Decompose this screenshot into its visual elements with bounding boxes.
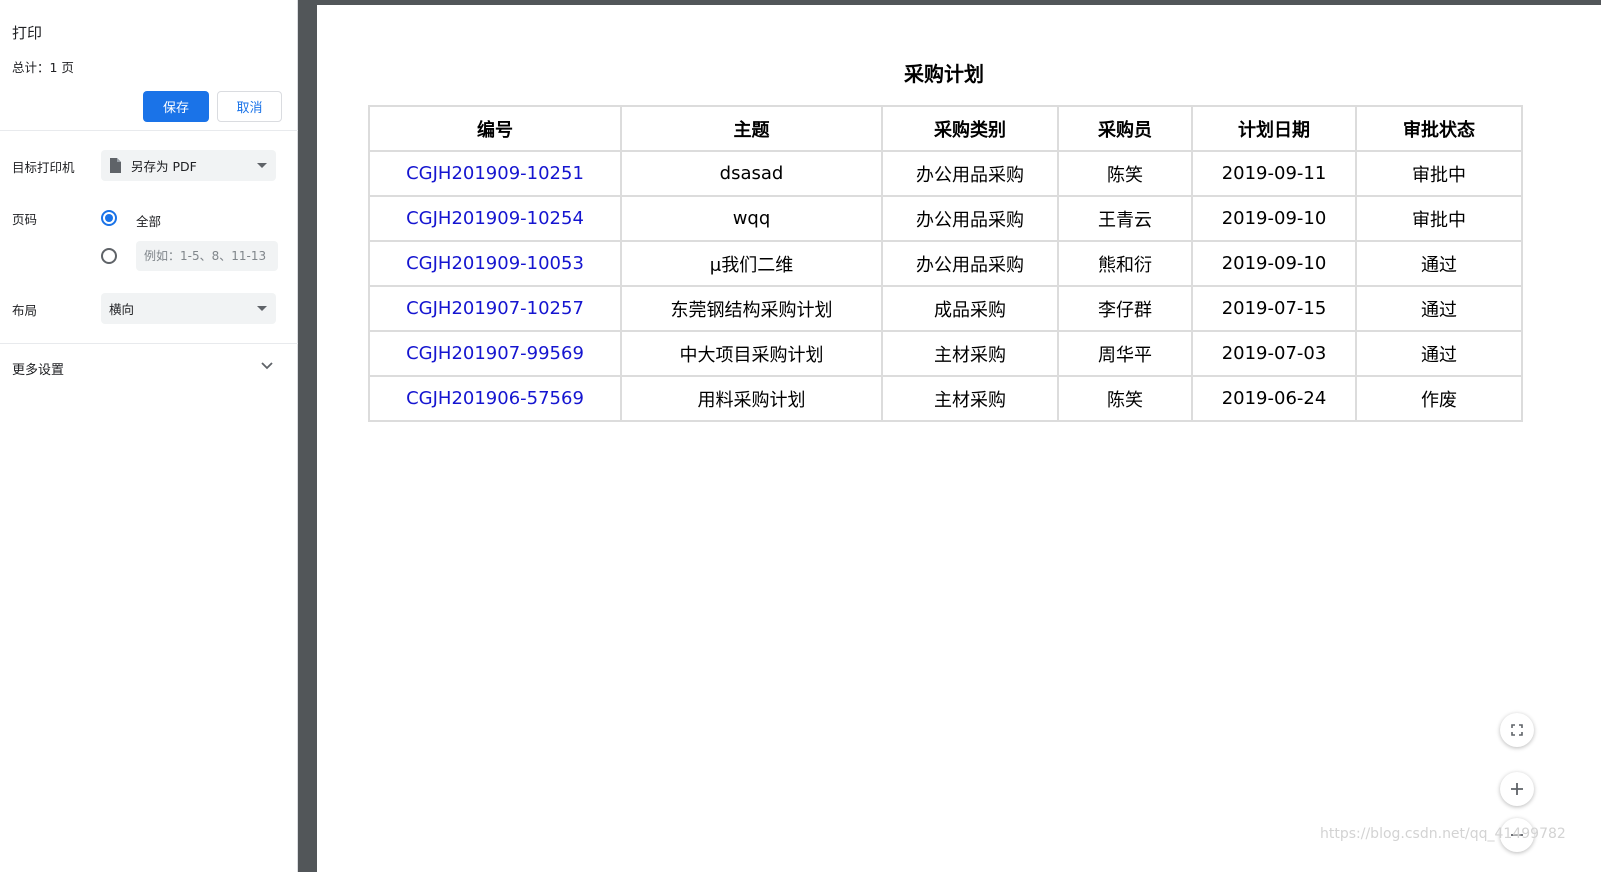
print-title: 打印 — [12, 24, 43, 42]
status-cell: 审批中 — [1355, 195, 1523, 242]
document-title: 采购计划 — [904, 62, 984, 86]
layout-label: 布局 — [12, 303, 38, 318]
category-cell: 办公用品采购 — [881, 195, 1059, 242]
status-cell: 通过 — [1355, 240, 1523, 287]
destination-select[interactable]: 另存为 PDF — [101, 150, 276, 181]
category-cell: 办公用品采购 — [881, 240, 1059, 287]
status-cell: 通过 — [1355, 285, 1523, 332]
plan-code-link[interactable]: CGJH201909-10251 — [368, 150, 622, 197]
subject-cell: 中大项目采购计划 — [620, 330, 883, 377]
category-cell: 办公用品采购 — [881, 150, 1059, 197]
table-row: CGJH201909-10053 μ我们二维 办公用品采购 熊和衍 2019-0… — [368, 240, 1523, 287]
plan-date-cell: 2019-07-15 — [1191, 285, 1357, 332]
subject-cell: dsasad — [620, 150, 883, 197]
plan-date-cell: 2019-07-03 — [1191, 330, 1357, 377]
destination-value: 另存为 PDF — [131, 159, 197, 174]
fit-to-page-icon — [1511, 724, 1523, 736]
layout-select[interactable]: 横向 — [101, 293, 276, 324]
total-pages-label: 总计：1 页 — [12, 60, 74, 75]
plan-date-cell: 2019-09-11 — [1191, 150, 1357, 197]
cancel-button[interactable]: 取消 — [217, 91, 282, 122]
table-row: CGJH201907-10257 东莞钢结构采购计划 成品采购 李仔群 2019… — [368, 285, 1523, 332]
pages-custom-radio[interactable] — [101, 248, 117, 264]
dropdown-caret-icon — [257, 306, 267, 311]
buyer-cell: 李仔群 — [1057, 285, 1193, 332]
header-subject: 主题 — [620, 105, 883, 152]
table-row: CGJH201909-10251 dsasad 办公用品采购 陈笑 2019-0… — [368, 150, 1523, 197]
plan-code-link[interactable]: CGJH201906-57569 — [368, 375, 622, 422]
divider — [0, 343, 298, 344]
dropdown-caret-icon — [257, 163, 267, 168]
plan-code-link[interactable]: CGJH201909-10254 — [368, 195, 622, 242]
header-buyer: 采购员 — [1057, 105, 1193, 152]
status-cell: 作废 — [1355, 375, 1523, 422]
plan-code-link[interactable]: CGJH201909-10053 — [368, 240, 622, 287]
subject-cell: μ我们二维 — [620, 240, 883, 287]
more-settings-label: 更多设置 — [12, 363, 65, 378]
plan-code-link[interactable]: CGJH201907-10257 — [368, 285, 622, 332]
category-cell: 主材采购 — [881, 330, 1059, 377]
subject-cell: 用料采购计划 — [620, 375, 883, 422]
layout-value: 横向 — [109, 302, 135, 317]
pages-all-label: 全部 — [136, 214, 162, 229]
print-settings-panel: 打印 总计：1 页 保存 取消 目标打印机 另存为 PDF 页码 全部 布局 横… — [0, 0, 298, 872]
destination-label: 目标打印机 — [12, 160, 75, 175]
table-row: CGJH201906-57569 用料采购计划 主材采购 陈笑 2019-06-… — [368, 375, 1523, 422]
divider — [0, 130, 298, 131]
purchase-plan-table: 编号 主题 采购类别 采购员 计划日期 审批状态 CGJH201909-1025… — [368, 105, 1523, 422]
more-settings-toggle[interactable]: 更多设置 — [0, 350, 298, 386]
subject-cell: wqq — [620, 195, 883, 242]
plan-date-cell: 2019-09-10 — [1191, 195, 1357, 242]
zoom-in-button[interactable] — [1500, 772, 1534, 806]
pages-all-radio[interactable] — [101, 210, 117, 226]
pages-label: 页码 — [12, 212, 38, 227]
header-plan-date: 计划日期 — [1191, 105, 1357, 152]
plan-code-link[interactable]: CGJH201907-99569 — [368, 330, 622, 377]
watermark: https://blog.csdn.net/qq_41499782 — [1320, 826, 1566, 842]
status-cell: 审批中 — [1355, 150, 1523, 197]
table-header-row: 编号 主题 采购类别 采购员 计划日期 审批状态 — [368, 105, 1523, 152]
category-cell: 成品采购 — [881, 285, 1059, 332]
plan-date-cell: 2019-09-10 — [1191, 240, 1357, 287]
header-code: 编号 — [368, 105, 622, 152]
subject-cell: 东莞钢结构采购计划 — [620, 285, 883, 332]
page-range-input[interactable] — [136, 241, 278, 271]
buyer-cell: 周华平 — [1057, 330, 1193, 377]
table-row: CGJH201909-10254 wqq 办公用品采购 王青云 2019-09-… — [368, 195, 1523, 242]
header-category: 采购类别 — [881, 105, 1059, 152]
buyer-cell: 熊和衍 — [1057, 240, 1193, 287]
buyer-cell: 王青云 — [1057, 195, 1193, 242]
fit-to-page-button[interactable] — [1500, 713, 1534, 747]
category-cell: 主材采购 — [881, 375, 1059, 422]
buyer-cell: 陈笑 — [1057, 150, 1193, 197]
chevron-down-icon — [261, 362, 273, 370]
document-icon — [110, 158, 121, 173]
status-cell: 通过 — [1355, 330, 1523, 377]
save-button[interactable]: 保存 — [143, 91, 209, 122]
zoom-in-icon — [1511, 783, 1523, 795]
table-row: CGJH201907-99569 中大项目采购计划 主材采购 周华平 2019-… — [368, 330, 1523, 377]
header-approval-status: 审批状态 — [1355, 105, 1523, 152]
plan-date-cell: 2019-06-24 — [1191, 375, 1357, 422]
viewer-gutter — [298, 0, 317, 872]
buyer-cell: 陈笑 — [1057, 375, 1193, 422]
